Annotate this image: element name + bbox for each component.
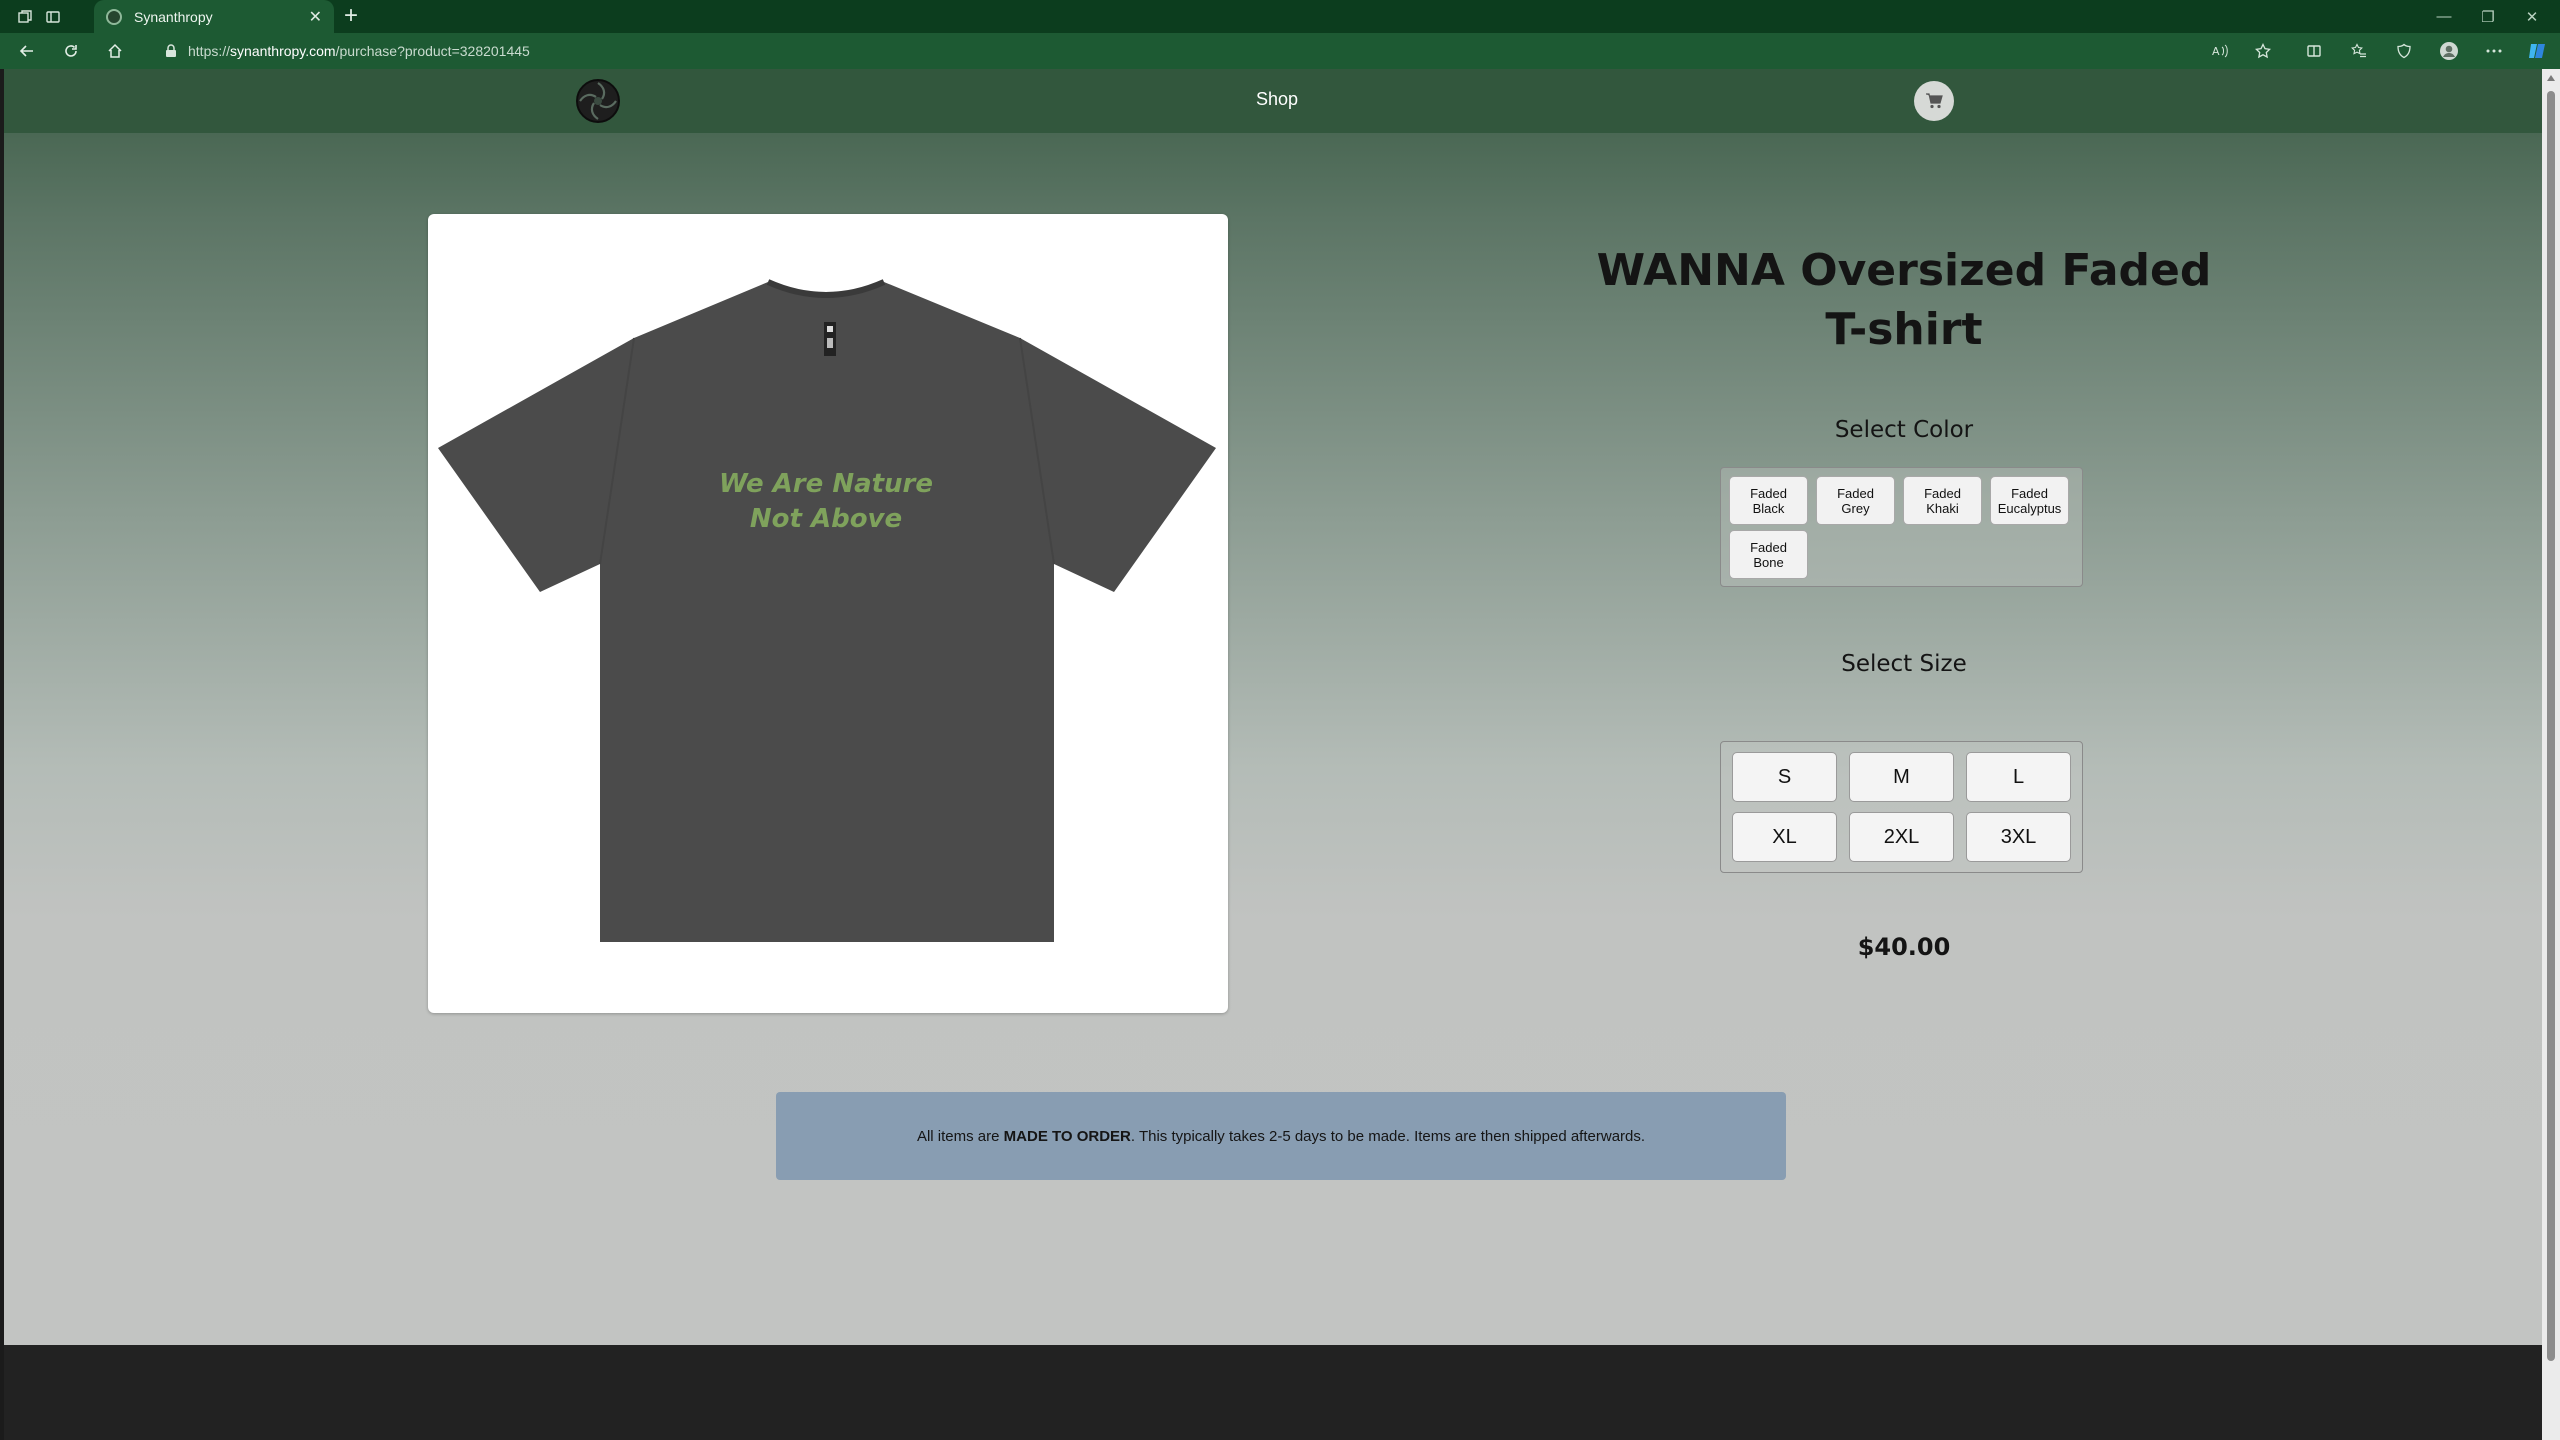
color-faded-eucalyptus-button[interactable]: Faded Eucalyptus — [1990, 476, 2069, 525]
address-bar[interactable]: https://synanthropy.com/purchase?product… — [150, 37, 2200, 65]
page-scrollbar[interactable] — [2542, 69, 2560, 1440]
size-l-button[interactable]: L — [1966, 752, 2071, 802]
size-3xl-button[interactable]: 3XL — [1966, 812, 2071, 862]
site-footer — [4, 1345, 2542, 1440]
web-page: Shop We Are Nature Not Above WANNA Overs… — [4, 69, 2542, 1440]
color-faded-bone-button[interactable]: Faded Bone — [1729, 530, 1808, 579]
site-favicon-icon — [106, 8, 122, 25]
close-tab-icon[interactable]: ✕ — [309, 7, 322, 27]
scroll-up-arrow-icon[interactable] — [2547, 75, 2555, 81]
favorites-icon[interactable] — [2348, 40, 2370, 62]
product-title-line1: WANNA Oversized Faded — [1596, 245, 2212, 296]
synanthropy-logo[interactable] — [574, 77, 622, 125]
color-label-line1: Faded — [1924, 485, 1961, 501]
tab-synanthropy[interactable]: Synanthropy ✕ — [94, 0, 334, 33]
more-options-icon[interactable] — [2483, 40, 2505, 62]
workspaces-icon[interactable] — [14, 6, 36, 28]
favorite-star-icon[interactable] — [2252, 40, 2274, 62]
url-host: synanthropy.com — [230, 43, 336, 59]
color-label-line1: Faded — [2011, 485, 2048, 501]
tshirt-print-line1: We Are Nature — [719, 469, 933, 499]
notice-emphasis: MADE TO ORDER — [1003, 1127, 1131, 1145]
color-label-line2: Black — [1752, 500, 1785, 516]
color-label-line2: Grey — [1841, 500, 1870, 516]
close-window-button[interactable]: ✕ — [2510, 0, 2554, 33]
size-2xl-button[interactable]: 2XL — [1849, 812, 1954, 862]
size-s-button[interactable]: S — [1732, 752, 1837, 802]
color-label-line1: Faded — [1750, 485, 1787, 501]
new-tab-button[interactable]: + — [338, 4, 364, 30]
nav-shop-link[interactable]: Shop — [1224, 89, 1330, 110]
product-image-card: We Are Nature Not Above — [428, 214, 1228, 1013]
notice-prefix: All items are — [916, 1127, 1004, 1145]
select-color-label: Select Color — [1834, 417, 1974, 443]
split-screen-icon[interactable] — [2303, 40, 2325, 62]
url-path: /purchase?product=328201445 — [335, 43, 530, 59]
color-label-line2: Bone — [1753, 554, 1784, 570]
product-price: $40.00 — [1857, 933, 1951, 961]
profile-avatar-icon[interactable] — [2438, 40, 2460, 62]
copilot-icon[interactable] — [2526, 40, 2548, 62]
color-label-line1: Faded — [1750, 539, 1787, 555]
size-m-button[interactable]: M — [1849, 752, 1954, 802]
color-options: Faded Black Faded Grey Faded Khaki Faded Euc… — [1720, 467, 2083, 587]
color-label-line2: Eucalyptus — [1997, 500, 2062, 516]
notice-suffix: . This typically takes 2-5 days to be ma… — [1130, 1127, 1646, 1145]
restore-button[interactable]: ❐ — [2466, 0, 2510, 33]
made-to-order-notice: All items are MADE TO ORDER. This typica… — [776, 1092, 1786, 1180]
tshirt-print-line2: Not Above — [750, 504, 902, 534]
color-label-line1: Faded — [1837, 485, 1874, 501]
color-faded-grey-button[interactable]: Faded Grey — [1816, 476, 1895, 525]
scrollbar-thumb[interactable] — [2547, 91, 2555, 1361]
refresh-icon[interactable] — [60, 40, 82, 62]
svg-text:A: A — [2212, 45, 2220, 58]
back-icon[interactable] — [16, 40, 38, 62]
minimize-button[interactable]: — — [2422, 0, 2466, 33]
size-xl-button[interactable]: XL — [1732, 812, 1837, 862]
select-size-label: Select Size — [1841, 651, 1967, 677]
url-scheme: https:// — [188, 43, 231, 59]
tab-actions-icon[interactable] — [42, 6, 64, 28]
lock-icon[interactable] — [164, 44, 178, 58]
tab-title: Synanthropy — [134, 8, 213, 25]
cart-icon — [1926, 93, 1943, 109]
size-options: S M L XL 2XL 3XL — [1720, 741, 2083, 873]
product-title-line2: T-shirt — [1825, 304, 1983, 355]
browser-tab-strip: Synanthropy ✕ + — ❐ ✕ — [0, 0, 2560, 33]
color-label-line2: Khaki — [1926, 500, 1959, 516]
color-faded-black-button[interactable]: Faded Black — [1729, 476, 1808, 525]
read-aloud-icon[interactable]: A — [2210, 40, 2232, 62]
color-faded-khaki-button[interactable]: Faded Khaki — [1903, 476, 1982, 525]
product-title: WANNA Oversized Faded T-shirt — [1574, 241, 2234, 359]
cart-button[interactable] — [1914, 81, 1954, 121]
browser-toolbar: https://synanthropy.com/purchase?product… — [0, 33, 2560, 69]
site-header: Shop — [4, 69, 2542, 133]
tshirt-image: We Are Nature Not Above — [438, 279, 1216, 942]
home-icon[interactable] — [104, 40, 126, 62]
browser-essentials-icon[interactable] — [2393, 40, 2415, 62]
